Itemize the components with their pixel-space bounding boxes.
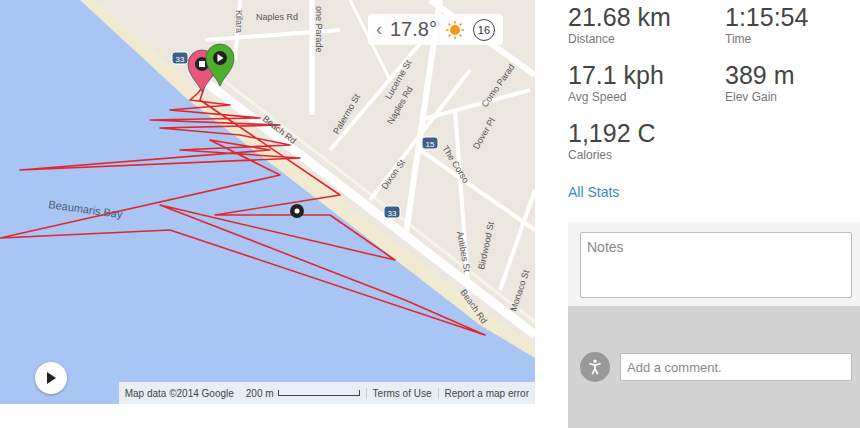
street-label: Monaco St — [508, 268, 531, 312]
page: Naples RdKilaraone ParadeLucerne StPaler… — [0, 0, 860, 428]
stat: 389 mElev Gain — [725, 60, 860, 104]
play-icon — [44, 371, 58, 385]
street-label: Como Parad — [479, 62, 516, 109]
runner-icon — [585, 357, 605, 377]
back-arrow[interactable]: ‹ — [376, 19, 382, 40]
zoom-badge: 16 — [473, 19, 495, 41]
streets — [190, 0, 535, 335]
comment-bar — [568, 306, 860, 428]
stat-value: 21.68 km — [568, 2, 725, 32]
stat-value: 1,192 C — [568, 118, 725, 148]
svg-text:33: 33 — [388, 209, 397, 218]
stat-value: 1:15:54 — [725, 2, 860, 32]
svg-text:33: 33 — [176, 55, 185, 64]
route-shield: 33 — [384, 206, 400, 218]
street-label: Naples Rd — [385, 85, 415, 126]
stat: 1:15:54Time — [725, 2, 860, 46]
stat-label: Elev Gain — [725, 90, 860, 104]
avatar — [580, 352, 610, 382]
sun-icon — [445, 20, 465, 40]
stat: 21.68 kmDistance — [568, 2, 725, 46]
stat: 17.1 kphAvg Speed — [568, 60, 725, 104]
position-marker — [290, 204, 304, 218]
street-label: Palermo St — [331, 92, 362, 136]
street-label: one Parade — [314, 6, 324, 53]
notes-panel — [568, 222, 860, 306]
route-shield: 15 — [422, 137, 438, 149]
all-stats-link[interactable]: All Stats — [568, 184, 860, 200]
stat: 1,192 CCalories — [568, 118, 725, 162]
map-footer: Map data ©2014 Google200 mTerms of UseRe… — [119, 382, 535, 404]
footer-link[interactable]: Terms of Use — [366, 388, 438, 399]
route-track — [0, 70, 485, 335]
weather-chip[interactable]: ‹ 17.8° 16 — [368, 14, 503, 45]
temperature: 17.8° — [390, 18, 437, 41]
stat-value: 389 m — [725, 60, 860, 90]
map[interactable]: Naples RdKilaraone ParadeLucerne StPaler… — [0, 0, 535, 404]
street-label: Naples Rd — [256, 12, 298, 22]
street-label: Dixon St — [379, 157, 407, 191]
street-label: Beach Rd — [458, 287, 489, 325]
street-label: Kilara — [234, 10, 244, 33]
scale-bar — [278, 390, 360, 396]
footer-link[interactable]: Report a map error — [438, 388, 535, 399]
street-label: Dover Pl — [471, 116, 497, 151]
stat-label: Time — [725, 32, 860, 46]
start-pin[interactable] — [206, 44, 234, 86]
street-label: The Corso — [440, 144, 471, 185]
street-label: Antibes St — [455, 231, 472, 274]
stats-panel: 21.68 kmDistance1:15:54Time17.1 kphAvg S… — [535, 0, 860, 428]
stat-label: Calories — [568, 148, 725, 162]
map-canvas[interactable]: Naples RdKilaraone ParadeLucerne StPaler… — [0, 0, 535, 404]
stats-grid: 21.68 kmDistance1:15:54Time17.1 kphAvg S… — [568, 2, 860, 162]
svg-text:15: 15 — [426, 140, 435, 149]
stat-value: 17.1 kph — [568, 60, 725, 90]
street-label: Birdwood St — [476, 220, 496, 270]
notes-field[interactable] — [580, 232, 852, 298]
route-shield: 33 — [172, 52, 188, 64]
comment-field[interactable] — [620, 353, 852, 381]
land — [96, 0, 535, 345]
stat-label: Distance — [568, 32, 725, 46]
play-button[interactable] — [35, 362, 67, 394]
street-label: Beach Rd — [261, 114, 298, 146]
beach — [80, 0, 535, 358]
map-attribution: Map data ©2014 Google — [119, 388, 240, 399]
stat-label: Avg Speed — [568, 90, 725, 104]
map-scale: 200 m — [240, 388, 366, 399]
water-label: Beaumaris Bay — [48, 198, 124, 220]
